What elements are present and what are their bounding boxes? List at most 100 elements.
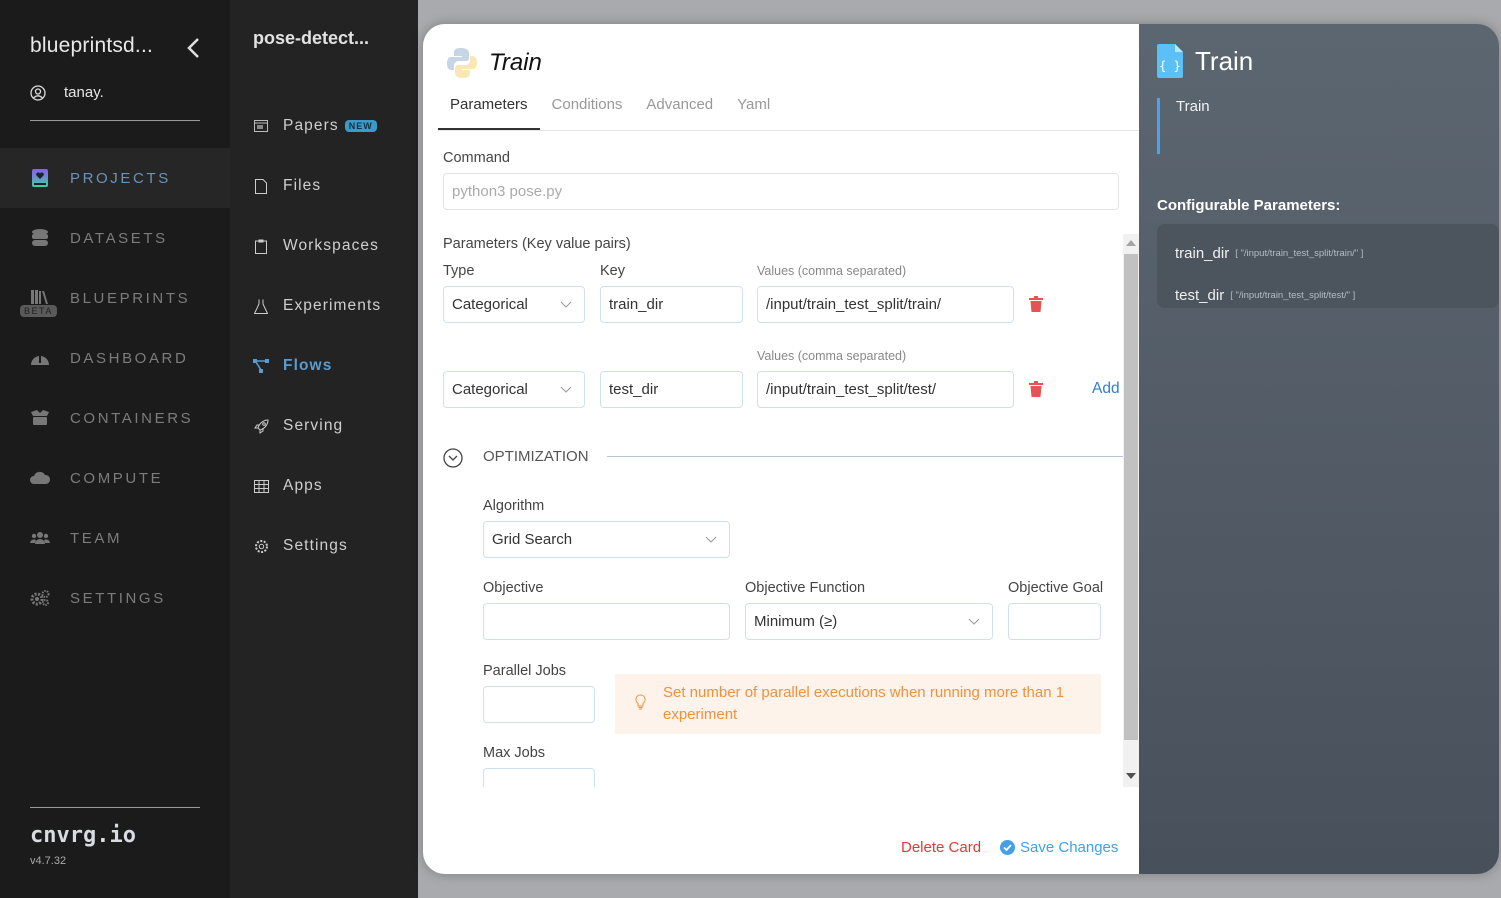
trash-icon[interactable]: [1029, 296, 1043, 312]
collapse-sidebar-icon[interactable]: [184, 36, 204, 60]
flows-icon: [253, 358, 269, 374]
tab-parameters[interactable]: Parameters: [438, 90, 540, 130]
containers-icon: [30, 408, 50, 428]
param-type-select[interactable]: Categorical: [443, 286, 585, 323]
sidebar-item-datasets[interactable]: DATASETS: [0, 208, 230, 268]
param-values-input[interactable]: /input/train_test_split/train/: [757, 286, 1014, 323]
task-info-panel: { } Train Train Configurable Parameters:…: [1139, 24, 1499, 874]
json-file-icon: { }: [1157, 44, 1183, 78]
sidebar-item-containers[interactable]: CONTAINERS: [0, 388, 230, 448]
cloud-icon: [30, 468, 50, 488]
values-label: Values (comma separated): [757, 264, 907, 278]
list-item: train_dir [ "/input/train_test_split/tra…: [1175, 232, 1481, 274]
beta-badge: BETA: [20, 305, 57, 317]
sidebar-item-projects[interactable]: PROJECTS: [0, 148, 230, 208]
check-circle-icon: [1000, 840, 1015, 855]
optimization-section-header: OPTIMIZATION: [443, 446, 1140, 470]
tab-advanced[interactable]: Advanced: [634, 90, 725, 130]
parallel-jobs-label: Parallel Jobs: [483, 663, 567, 679]
sidebar-item-team[interactable]: TEAM: [0, 508, 230, 568]
gear-icon: [253, 538, 269, 554]
param-value: [ "/input/train_test_split/train/" ]: [1235, 247, 1364, 259]
chevron-down-icon: [968, 618, 980, 625]
tab-conditions[interactable]: Conditions: [540, 90, 635, 130]
param-values-input[interactable]: /input/train_test_split/test/: [757, 371, 1014, 408]
tab-yaml[interactable]: Yaml: [725, 90, 782, 130]
select-value: Categorical: [452, 296, 528, 313]
project-nav-label: Settings: [283, 537, 348, 554]
database-icon: [30, 228, 50, 248]
objective-goal-label: Objective Goal: [1008, 580, 1104, 596]
project-nav-label: Papers: [283, 117, 339, 134]
select-value: Grid Search: [492, 531, 573, 548]
type-label: Type: [443, 263, 475, 279]
project-nav-papers[interactable]: Papers NEW: [230, 96, 418, 156]
tab-bar: Parameters Conditions Advanced Yaml: [438, 90, 1139, 131]
project-nav-experiments[interactable]: Experiments: [230, 276, 418, 336]
algorithm-select[interactable]: Grid Search: [483, 521, 730, 558]
add-parameter-button[interactable]: Add: [1092, 380, 1120, 398]
chevron-down-icon: [705, 536, 717, 543]
command-input[interactable]: python3 pose.py: [443, 173, 1119, 210]
project-name[interactable]: pose-detect...: [253, 28, 369, 49]
parallel-jobs-input[interactable]: [483, 686, 595, 723]
project-nav-serving[interactable]: Serving: [230, 396, 418, 456]
sidebar-item-label: PROJECTS: [70, 169, 171, 187]
papers-icon: [253, 118, 269, 134]
project-nav-flows[interactable]: Flows: [230, 336, 418, 396]
trash-icon[interactable]: [1029, 381, 1043, 397]
delete-card-button[interactable]: Delete Card: [901, 839, 981, 856]
projects-icon: [30, 168, 50, 188]
param-key-input[interactable]: train_dir: [600, 286, 743, 323]
collapse-toggle-icon[interactable]: [443, 448, 463, 468]
objective-goal-input[interactable]: [1008, 603, 1101, 640]
objective-input[interactable]: [483, 603, 730, 640]
user-menu[interactable]: tanay.: [30, 84, 104, 101]
param-value: [ "/input/train_test_split/test/" ]: [1230, 289, 1356, 301]
info-title: Train: [1195, 45, 1254, 76]
new-badge: NEW: [344, 120, 377, 132]
command-label: Command: [443, 150, 510, 166]
project-nav-label: Workspaces: [283, 237, 379, 254]
param-type-select[interactable]: Categorical: [443, 371, 585, 408]
username: tanay.: [64, 84, 104, 101]
project-nav-label: Flows: [283, 357, 333, 374]
values-label: Values (comma separated): [757, 349, 907, 363]
rocket-icon: [253, 418, 269, 434]
sidebar-item-compute[interactable]: COMPUTE: [0, 448, 230, 508]
project-nav-label: Apps: [283, 477, 323, 494]
sidebar-item-label: TEAM: [70, 529, 123, 547]
divider: [607, 456, 1140, 457]
save-changes-button[interactable]: Save Changes: [1000, 839, 1118, 856]
sidebar-item-settings[interactable]: SETTINGS: [0, 568, 230, 628]
project-nav-label: Serving: [283, 417, 344, 434]
configurable-params-list: train_dir [ "/input/train_test_split/tra…: [1157, 224, 1499, 308]
info-description: Train: [1157, 98, 1457, 154]
scroll-up-icon[interactable]: [1126, 240, 1136, 246]
objective-function-select[interactable]: Minimum (≥): [745, 603, 993, 640]
task-title[interactable]: Train: [489, 49, 542, 77]
params-label: Parameters (Key value pairs): [443, 236, 631, 252]
org-name[interactable]: blueprintsd...: [30, 34, 153, 58]
param-key: test_dir: [1175, 286, 1225, 304]
select-value: Minimum (≥): [754, 613, 838, 630]
project-nav-settings[interactable]: Settings: [230, 516, 418, 576]
form-scrollbar[interactable]: [1123, 234, 1139, 787]
project-nav-workspaces[interactable]: Workspaces: [230, 216, 418, 276]
param-key-input[interactable]: test_dir: [600, 371, 743, 408]
objective-label: Objective: [483, 580, 544, 596]
brand-logo: cnvrg.io: [30, 823, 136, 848]
grid-icon: [253, 478, 269, 494]
main-sidebar: blueprintsd... tanay. PROJECTS DATASETS …: [0, 0, 230, 898]
project-nav-apps[interactable]: Apps: [230, 456, 418, 516]
dashboard-icon: [30, 348, 50, 368]
key-label: Key: [600, 263, 625, 279]
scrollbar-thumb[interactable]: [1124, 254, 1138, 740]
sidebar-item-blueprints[interactable]: BLUEPRINTS: [0, 268, 230, 328]
project-nav-files[interactable]: Files: [230, 156, 418, 216]
sidebar-item-label: CONTAINERS: [70, 409, 194, 427]
sidebar-item-label: BLUEPRINTS: [70, 289, 191, 307]
user-circle-icon: [30, 84, 46, 101]
sidebar-item-dashboard[interactable]: DASHBOARD: [0, 328, 230, 388]
scroll-down-icon[interactable]: [1126, 773, 1136, 779]
